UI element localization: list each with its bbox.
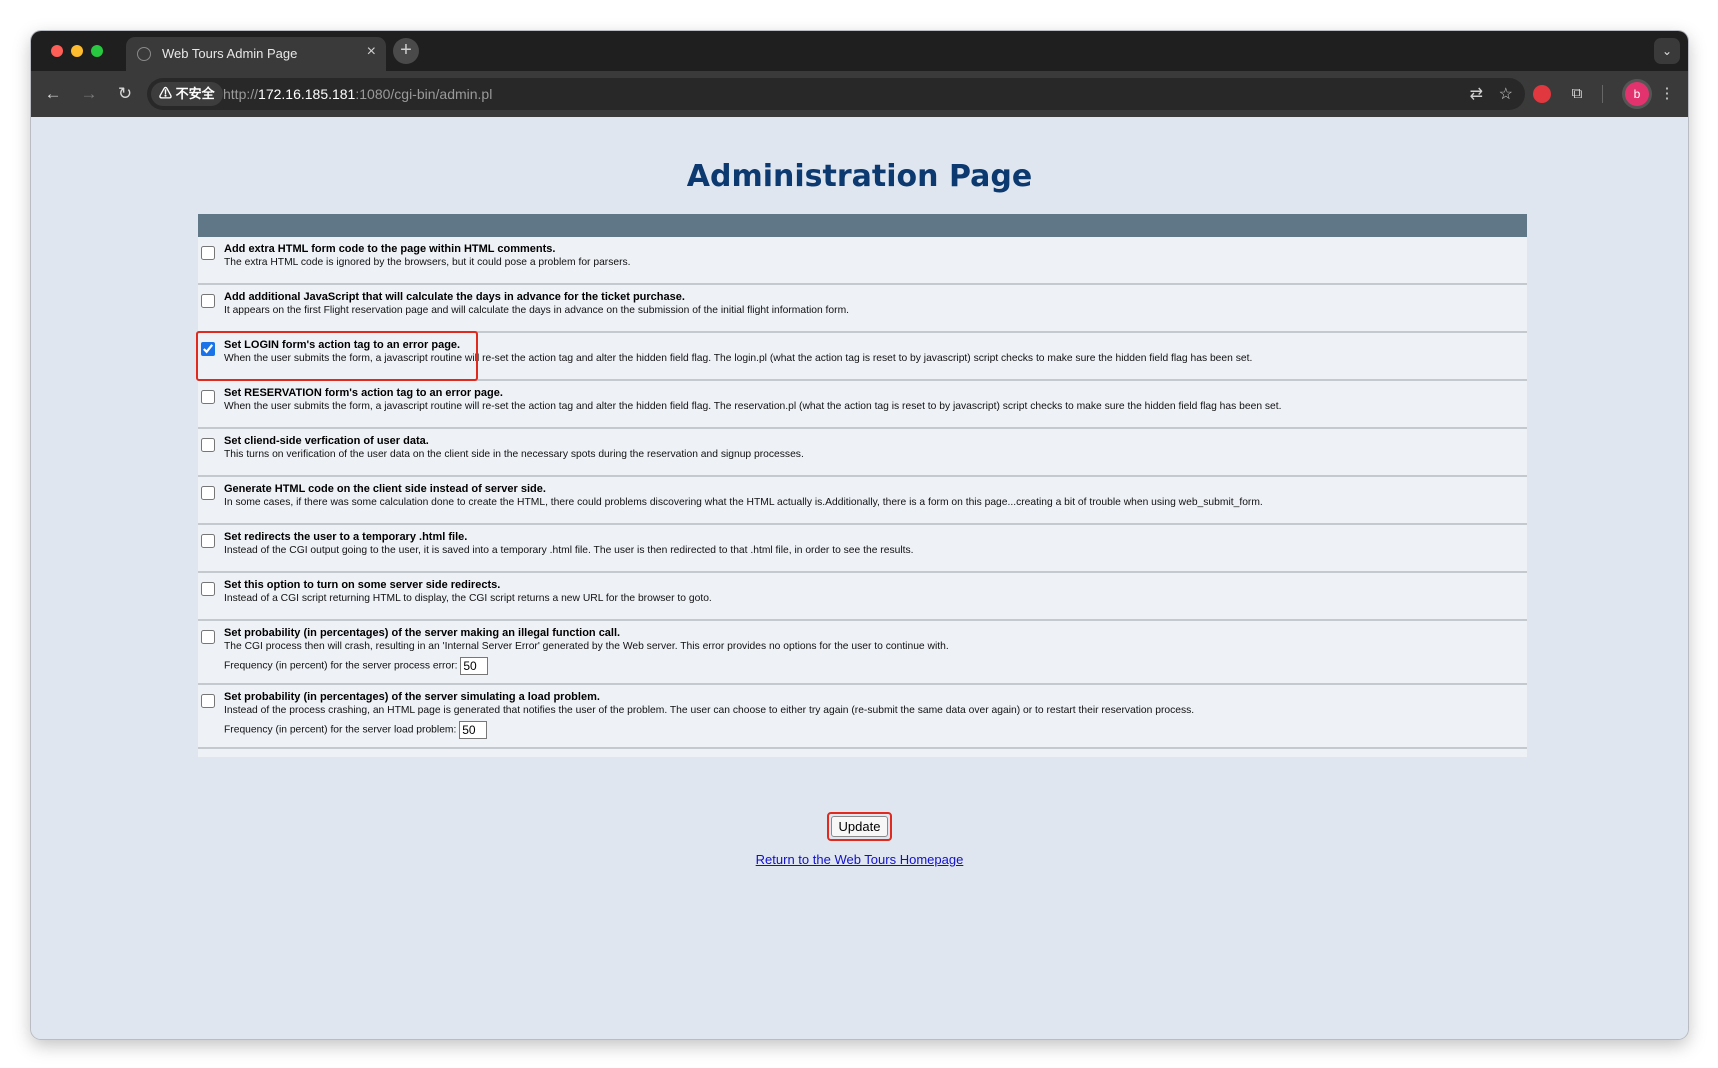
url-text[interactable]: http://172.16.185.181:1080/cgi-bin/admin… xyxy=(223,86,492,102)
option-title: Add extra HTML form code to the page wit… xyxy=(224,243,556,255)
tab-search-chevron-icon[interactable]: ⌄ xyxy=(1654,38,1680,64)
option-title: Generate HTML code on the client side in… xyxy=(224,483,546,495)
option-checkbox[interactable] xyxy=(201,630,215,644)
option-description: When the user submits the form, a javasc… xyxy=(224,353,1253,364)
option-row: Set probability (in percentages) of the … xyxy=(198,621,1527,685)
option-description: In some cases, if there was some calcula… xyxy=(224,497,1263,508)
option-title: Set this option to turn on some server s… xyxy=(224,579,501,591)
back-arrow-icon[interactable]: ← xyxy=(40,81,66,107)
option-title: Set LOGIN form's action tag to an error … xyxy=(224,339,461,351)
extension-icon[interactable] xyxy=(1531,83,1553,105)
frequency-label: Frequency (in percent) for the server pr… xyxy=(224,660,458,672)
option-row: Add extra HTML form code to the page wit… xyxy=(198,237,1527,285)
option-description: The extra HTML code is ignored by the br… xyxy=(224,257,631,268)
frequency-row: Frequency (in percent) for the server lo… xyxy=(224,721,1519,739)
option-row: Set redirects the user to a temporary .h… xyxy=(198,525,1527,573)
browser-toolbar: ← → ↻ ⚠ 不安全 http://172.16.185.181:1080/c… xyxy=(31,71,1688,117)
table-header-bar xyxy=(198,214,1527,237)
url-host: 172.16.185.181 xyxy=(258,86,356,102)
minimize-window-button[interactable] xyxy=(71,45,83,57)
page-title: Administration Page xyxy=(686,159,1033,194)
tab-bar: Web Tours Admin Page × + ⌄ xyxy=(31,31,1688,71)
option-title: Set probability (in percentages) of the … xyxy=(224,627,621,639)
option-checkbox[interactable] xyxy=(201,486,215,500)
close-window-button[interactable] xyxy=(51,45,63,57)
tab-title: Web Tours Admin Page xyxy=(162,46,298,61)
url-path: :1080/cgi-bin/admin.pl xyxy=(355,86,493,102)
profile-avatar[interactable]: b xyxy=(1625,82,1649,106)
option-description: Instead of the process crashing, an HTML… xyxy=(224,705,1195,716)
option-description: This turns on verification of the user d… xyxy=(224,449,804,460)
option-description: Instead of a CGI script returning HTML t… xyxy=(224,593,712,604)
update-highlight-box: Update xyxy=(826,812,893,841)
url-scheme: http:// xyxy=(223,86,259,102)
option-description: It appears on the first Flight reservati… xyxy=(224,305,850,316)
option-checkbox[interactable] xyxy=(201,694,215,708)
option-checkbox[interactable] xyxy=(201,294,215,308)
option-checkbox[interactable] xyxy=(201,534,215,548)
puzzle-extensions-icon[interactable]: ⧉ xyxy=(1566,83,1588,105)
toolbar-divider xyxy=(1602,85,1603,103)
option-title: Set probability (in percentages) of the … xyxy=(224,691,600,703)
bookmark-star-icon[interactable]: ☆ xyxy=(1499,84,1513,104)
option-checkbox[interactable] xyxy=(201,390,215,404)
option-row: Add additional JavaScript that will calc… xyxy=(198,285,1527,333)
frequency-label: Frequency (in percent) for the server lo… xyxy=(224,724,457,736)
option-row: Set this option to turn on some server s… xyxy=(198,573,1527,621)
option-checkbox[interactable] xyxy=(201,246,215,260)
option-row: Set RESERVATION form's action tag to an … xyxy=(198,381,1527,429)
options-table: Add extra HTML form code to the page wit… xyxy=(196,214,1527,757)
return-link-area: Return to the Web Tours Homepage xyxy=(31,851,1688,869)
option-checkbox[interactable] xyxy=(201,342,215,356)
option-description: When the user submits the form, a javasc… xyxy=(224,401,1282,412)
frequency-row: Frequency (in percent) for the server pr… xyxy=(224,657,1519,675)
option-description: Instead of the CGI output going to the u… xyxy=(224,545,914,556)
page-content: Administration Page Add extra HTML form … xyxy=(31,117,1688,1039)
new-tab-button[interactable]: + xyxy=(393,38,419,64)
more-menu-icon[interactable]: ⋮ xyxy=(1656,83,1678,105)
option-title: Set redirects the user to a temporary .h… xyxy=(224,531,468,543)
option-checkbox[interactable] xyxy=(201,582,215,596)
return-homepage-link[interactable]: Return to the Web Tours Homepage xyxy=(756,852,964,867)
option-row: Set probability (in percentages) of the … xyxy=(198,685,1527,749)
forward-arrow-icon[interactable]: → xyxy=(76,81,102,107)
maximize-window-button[interactable] xyxy=(91,45,103,57)
table-footer xyxy=(198,749,1527,757)
option-title: Set RESERVATION form's action tag to an … xyxy=(224,387,503,399)
globe-icon xyxy=(137,47,151,61)
insecure-warning-badge[interactable]: ⚠ 不安全 xyxy=(151,82,223,106)
load-problem-frequency-input[interactable] xyxy=(459,721,488,739)
option-row: Set cliend-side verfication of user data… xyxy=(198,429,1527,477)
option-title: Add additional JavaScript that will calc… xyxy=(224,291,685,303)
option-checkbox[interactable] xyxy=(201,438,215,452)
process-error-frequency-input[interactable] xyxy=(460,657,489,675)
update-area: Update xyxy=(31,812,1688,841)
option-row: Set LOGIN form's action tag to an error … xyxy=(196,331,1527,381)
update-button[interactable]: Update xyxy=(830,816,889,837)
option-title: Set cliend-side verfication of user data… xyxy=(224,435,429,447)
address-bar[interactable]: ⚠ 不安全 http://172.16.185.181:1080/cgi-bin… xyxy=(147,78,1525,110)
reload-icon[interactable]: ↻ xyxy=(112,81,138,107)
option-description: The CGI process then will crash, resulti… xyxy=(224,641,949,652)
option-row: Generate HTML code on the client side in… xyxy=(198,477,1527,525)
active-tab[interactable]: Web Tours Admin Page × xyxy=(126,37,386,71)
translate-icon[interactable]: ⇄ xyxy=(1470,84,1483,104)
close-tab-icon[interactable]: × xyxy=(367,43,376,61)
browser-window: Web Tours Admin Page × + ⌄ ← → ↻ ⚠ 不安全 h… xyxy=(31,31,1688,1039)
